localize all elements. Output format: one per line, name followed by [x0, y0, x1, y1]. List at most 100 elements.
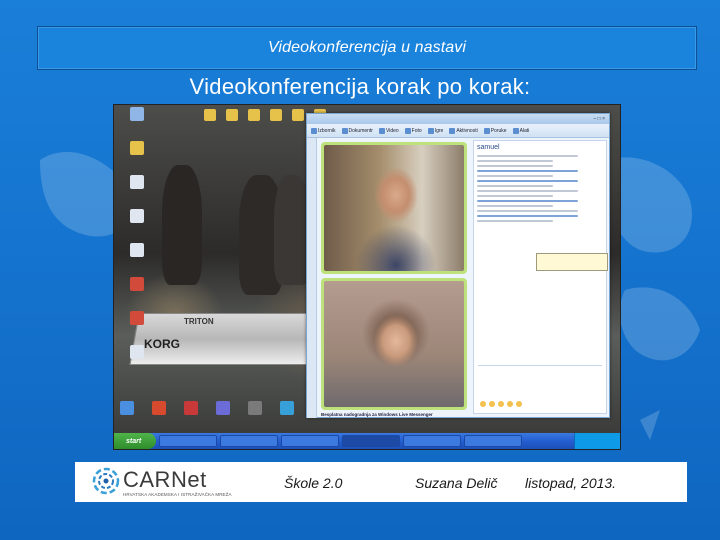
logo-text: CARNet: [123, 467, 207, 492]
chat-input-area[interactable]: [478, 365, 602, 409]
computer-icon: [130, 107, 144, 121]
desktop-icon[interactable]: [118, 311, 156, 341]
messenger-sidebar: [307, 138, 317, 418]
emoticon-bar: [480, 401, 522, 407]
desktop-icon[interactable]: [146, 401, 172, 431]
app-icon: [216, 401, 230, 415]
chat-message-line: [477, 175, 553, 177]
toolbar-item[interactable]: Video: [378, 127, 399, 134]
chat-message-line: [477, 170, 578, 172]
desktop-icon[interactable]: [118, 175, 156, 205]
wallpaper-person: [274, 175, 310, 285]
smiley-icon[interactable]: [498, 401, 504, 407]
window-controls-icon[interactable]: – □ ×: [594, 116, 606, 122]
toolbar-icon: [427, 127, 434, 134]
document-icon: [130, 243, 144, 257]
local-video: [324, 281, 464, 407]
toolbar-icon: [341, 127, 348, 134]
taskbar: start: [114, 433, 620, 449]
toolbar-icon: [311, 127, 317, 134]
chat-message-line: [477, 200, 578, 202]
smiley-icon[interactable]: [516, 401, 522, 407]
local-video-frame: [321, 278, 467, 410]
desktop-icon[interactable]: [242, 401, 268, 431]
desktop-icon[interactable]: [118, 277, 156, 307]
pdf-icon: [130, 277, 144, 291]
chat-message-line: [477, 190, 578, 192]
desktop-icon[interactable]: [178, 401, 204, 431]
toolbar-icon: [483, 127, 490, 134]
desktop-icon-column: [118, 107, 158, 379]
smiley-icon[interactable]: [489, 401, 495, 407]
toolbar-icon: [404, 127, 411, 134]
taskbar-item[interactable]: [464, 435, 522, 447]
carnet-logo-icon: [92, 467, 120, 495]
chat-message-line: [477, 160, 553, 162]
toolbar-item[interactable]: Aktivnosti: [449, 127, 478, 134]
desktop-icon[interactable]: [210, 401, 236, 431]
taskbar-item[interactable]: [159, 435, 217, 447]
desktop-icon[interactable]: [118, 243, 156, 273]
toolbar-icon: [512, 127, 519, 134]
taskbar-item[interactable]: [342, 435, 400, 447]
messenger-toolbar: Izbornik Dokumentr Video Foto Igre Aktiv…: [307, 124, 609, 138]
toolbar-item[interactable]: Izbornik: [311, 127, 336, 134]
carnet-logo: CARNet HRVATSKA AKADEMSKA I ISTRAŽIVAČKA…: [89, 464, 232, 500]
app-icon: [120, 401, 134, 415]
folder-icon[interactable]: [226, 109, 238, 121]
contact-name: samuel: [477, 144, 500, 151]
app-icon: [184, 401, 198, 415]
chat-message-line: [477, 220, 553, 222]
upgrade-promo-link[interactable]: Besplatna nadogradnja za Windows Live Me…: [321, 412, 433, 417]
toolbar-item[interactable]: Alati: [512, 127, 529, 134]
author-name: Suzana Delič: [415, 475, 498, 491]
taskbar-item[interactable]: [403, 435, 461, 447]
toolbar-icon: [378, 127, 385, 134]
document-icon: [130, 209, 144, 223]
folder-icon[interactable]: [270, 109, 282, 121]
taskbar-item[interactable]: [220, 435, 278, 447]
app-icon: [280, 401, 294, 415]
folder-icon[interactable]: [248, 109, 260, 121]
chat-message-line: [477, 215, 578, 217]
remote-video: [324, 145, 464, 271]
desktop-icon[interactable]: [118, 345, 156, 375]
pdf-icon: [130, 311, 144, 325]
remote-video-frame: [321, 142, 467, 274]
app-icon: [152, 401, 166, 415]
chat-pane: samuel: [473, 140, 608, 414]
folder-icon: [130, 141, 144, 155]
header-title: Videokonferencija u nastavi: [267, 39, 467, 56]
desktop-icon[interactable]: [274, 401, 300, 431]
desktop-icon[interactable]: [118, 141, 156, 171]
desktop-icon[interactable]: [114, 401, 140, 431]
chat-message-line: [477, 185, 553, 187]
chat-message-line: [477, 210, 578, 212]
smiley-icon[interactable]: [507, 401, 513, 407]
toolbar-item[interactable]: Dokumentr: [341, 127, 373, 134]
chat-message-line: [477, 155, 578, 157]
chat-message-line: [477, 195, 553, 197]
messenger-window: – □ × Izbornik Dokumentr Video Foto Igre…: [306, 113, 610, 418]
wallpaper-person: [162, 165, 202, 285]
footer: CARNet HRVATSKA AKADEMSKA I ISTRAŽIVAČKA…: [75, 462, 687, 502]
chat-message-line: [477, 180, 578, 182]
presentation-date: listopad, 2013.: [525, 475, 617, 491]
desktop-icon[interactable]: [118, 107, 156, 137]
document-icon: [130, 345, 144, 359]
desktop-bottom-icons: [114, 401, 300, 435]
event-name: Škole 2.0: [284, 475, 343, 491]
taskbar-item[interactable]: [281, 435, 339, 447]
toolbar-item[interactable]: Igre: [427, 127, 443, 134]
document-icon: [130, 175, 144, 189]
messenger-titlebar[interactable]: – □ ×: [307, 114, 609, 124]
toolbar-item[interactable]: Poruke: [483, 127, 507, 134]
desktop-icon[interactable]: [118, 209, 156, 239]
system-tray[interactable]: [574, 433, 620, 449]
folder-icon[interactable]: [204, 109, 216, 121]
header-box: Videokonferencija u nastavi: [37, 26, 697, 70]
toolbar-item[interactable]: Foto: [404, 127, 422, 134]
folder-icon[interactable]: [292, 109, 304, 121]
start-button[interactable]: start: [114, 433, 156, 449]
smiley-icon[interactable]: [480, 401, 486, 407]
